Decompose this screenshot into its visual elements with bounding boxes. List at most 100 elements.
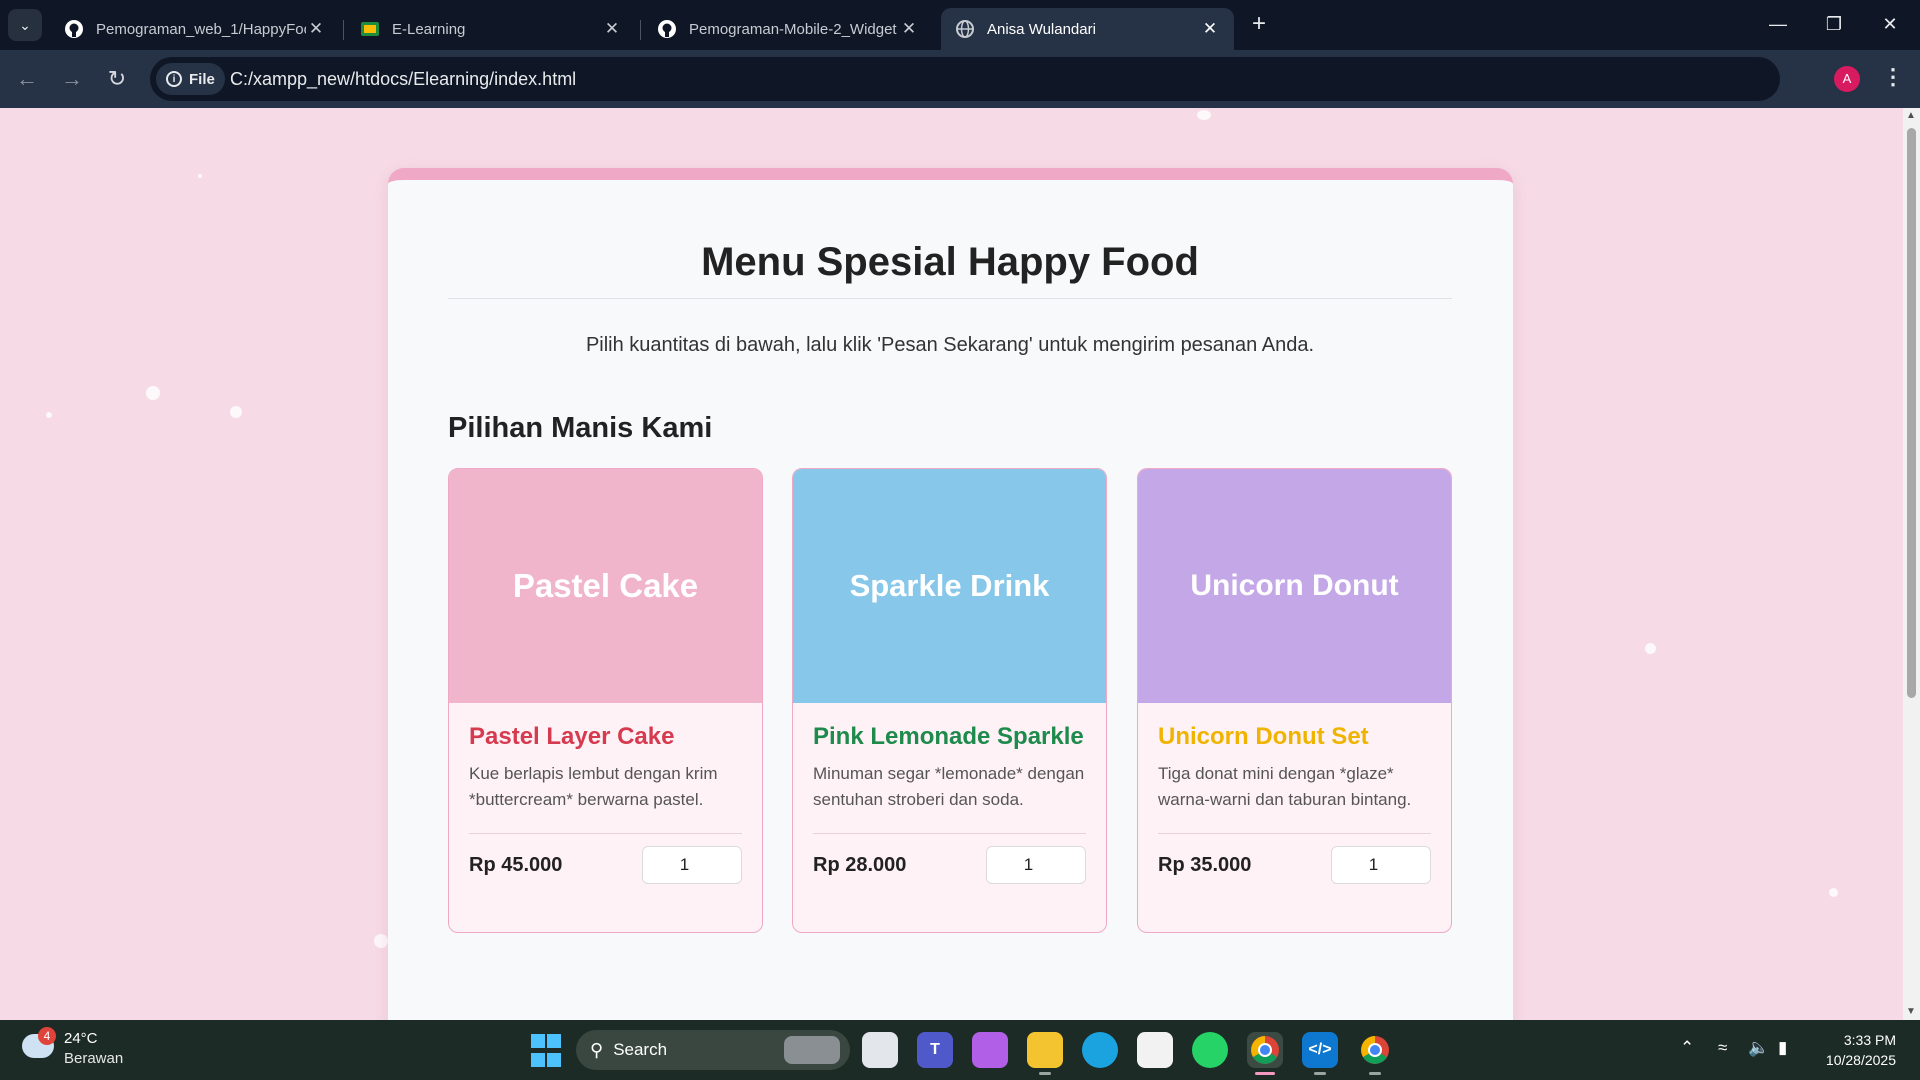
sparkle-dot	[374, 934, 388, 948]
scroll-up-icon[interactable]: ▲	[1906, 110, 1916, 121]
profile-avatar[interactable]: A	[1834, 66, 1860, 92]
info-icon: i	[166, 71, 182, 87]
page-viewport: Menu Spesial Happy Food Pilih kuantitas …	[0, 108, 1903, 1020]
page-title: Menu Spesial Happy Food	[701, 240, 1199, 284]
menu-item-pastel-cake: Pastel Cake Pastel Layer Cake Kue berlap…	[448, 468, 763, 933]
close-icon[interactable]: ✕	[602, 19, 622, 39]
teams-icon[interactable]: T	[917, 1032, 953, 1068]
windows-start-icon[interactable]	[528, 1032, 564, 1068]
tab-divider	[640, 20, 641, 40]
sparkle-dot	[1645, 643, 1656, 654]
search-highlight-image	[784, 1036, 840, 1064]
copilot-icon[interactable]	[972, 1032, 1008, 1068]
chrome-profile-icon[interactable]	[1357, 1032, 1393, 1068]
quantity-input[interactable]	[1331, 846, 1431, 884]
minimize-button[interactable]: —	[1750, 0, 1806, 48]
taskbar-search-label: Search	[613, 1040, 668, 1059]
page-scrollbar[interactable]: ▲ ▼	[1903, 108, 1920, 1020]
globe-icon	[955, 19, 975, 39]
browser-tab-active[interactable]: Anisa Wulandari ✕	[941, 8, 1234, 50]
url-text[interactable]: C:/xampp_new/htdocs/Elearning/index.html	[230, 69, 576, 90]
new-tab-button[interactable]: +	[1244, 10, 1274, 40]
scroll-down-icon[interactable]: ▼	[1906, 1006, 1916, 1017]
sparkle-dot	[1197, 110, 1211, 120]
intro-text: Pilih kuantitas di bawah, lalu klik 'Pes…	[585, 334, 1315, 356]
tab-title: Pemograman-Mobile-2_Widget	[689, 20, 897, 38]
menu-item-price: Rp 35.000	[1158, 853, 1252, 876]
menu-card: Menu Spesial Happy Food Pilih kuantitas …	[388, 168, 1513, 1020]
forward-button[interactable]: →	[57, 64, 87, 94]
taskbar-clock[interactable]: 3:33 PM 10/28/2025	[1800, 1030, 1896, 1070]
taskbar-search[interactable]: ⚲ Search	[576, 1030, 850, 1070]
whatsapp-icon[interactable]	[1192, 1032, 1228, 1068]
arrow-right-icon: →	[61, 66, 83, 91]
menu-item-price: Rp 45.000	[469, 853, 563, 876]
quantity-input[interactable]	[986, 846, 1086, 884]
search-icon: ⚲	[590, 1039, 604, 1060]
address-bar[interactable]: i File C:/xampp_new/htdocs/Elearning/ind…	[150, 57, 1780, 101]
browser-tabstrip: ⌄ Pemograman_web_1/HappyFoo ✕ E-Learning…	[0, 0, 1920, 50]
reload-button[interactable]: ↻	[102, 64, 132, 94]
edge-icon[interactable]	[1082, 1032, 1118, 1068]
menu-item-image: Sparkle Drink	[793, 469, 1106, 703]
battery-icon[interactable]: ▮	[1778, 1038, 1787, 1058]
browser-toolbar: ← → ↻ i File C:/xampp_new/htdocs/Elearni…	[0, 50, 1920, 108]
title-divider	[448, 298, 1452, 299]
reload-icon: ↻	[107, 66, 127, 91]
sparkle-dot	[230, 406, 242, 418]
browser-tab-3[interactable]: Pemograman-Mobile-2_Widget ✕	[643, 8, 933, 50]
sparkle-dot	[46, 412, 52, 418]
menu-item-description: Minuman segar *lemonade* dengan sentuhan…	[813, 761, 1086, 834]
sparkle-dot	[198, 174, 202, 178]
close-icon[interactable]: ✕	[1200, 19, 1220, 39]
sparkle-dot	[146, 386, 160, 400]
weather-condition[interactable]: Berawan	[64, 1050, 123, 1067]
quantity-input[interactable]	[642, 846, 742, 884]
browser-tab-1[interactable]: Pemograman_web_1/HappyFoo ✕	[50, 8, 340, 50]
browser-tab-2[interactable]: E-Learning ✕	[346, 8, 636, 50]
menu-item-description: Kue berlapis lembut dengan krim *butterc…	[469, 761, 742, 834]
chrome-icon[interactable]	[1247, 1032, 1283, 1068]
classroom-icon	[360, 19, 380, 39]
running-indicator-active	[1255, 1072, 1275, 1075]
menu-item-image: Unicorn Donut	[1138, 469, 1451, 703]
tab-title: Pemograman_web_1/HappyFoo	[96, 20, 306, 38]
back-button[interactable]: ←	[12, 64, 42, 94]
arrow-left-icon: ←	[16, 66, 38, 91]
menu-item-unicorn-donut: Unicorn Donut Unicorn Donut Set Tiga don…	[1137, 468, 1452, 933]
menu-item-name: Unicorn Donut Set	[1158, 723, 1369, 750]
restore-button[interactable]: ❐	[1806, 0, 1862, 48]
clock-date: 10/28/2025	[1825, 1052, 1896, 1068]
tab-title: E-Learning	[392, 20, 466, 38]
close-icon[interactable]: ✕	[306, 19, 326, 39]
speaker-muted-icon[interactable]: 🔈	[1748, 1038, 1769, 1058]
chevron-down-icon: ⌄	[19, 16, 31, 33]
menu-item-description: Tiga donat mini dengan *glaze* warna-war…	[1158, 761, 1431, 834]
file-explorer-icon[interactable]	[1027, 1032, 1063, 1068]
weather-temperature[interactable]: 24°C	[64, 1030, 98, 1047]
microsoft-store-icon[interactable]	[1137, 1032, 1173, 1068]
menu-item-name: Pink Lemonade Sparkle	[813, 723, 1084, 750]
tab-divider	[343, 20, 344, 40]
close-icon[interactable]: ✕	[899, 19, 919, 39]
section-title: Pilihan Manis Kami	[448, 412, 713, 444]
github-icon	[657, 19, 677, 39]
wifi-icon[interactable]: ≈	[1718, 1038, 1727, 1058]
task-view-icon[interactable]	[862, 1032, 898, 1068]
weather-badge: 4	[38, 1027, 56, 1045]
scrollbar-thumb[interactable]	[1907, 128, 1916, 698]
sparkle-dot	[1829, 888, 1838, 897]
menu-item-price: Rp 28.000	[813, 853, 907, 876]
site-info-chip[interactable]: i File	[156, 63, 225, 95]
show-hidden-icons[interactable]: ⌃	[1680, 1038, 1694, 1058]
browser-menu-icon[interactable]: ⋮	[1882, 64, 1904, 90]
tab-search-button[interactable]: ⌄	[8, 9, 42, 41]
github-icon	[64, 19, 84, 39]
menu-item-name: Pastel Layer Cake	[469, 723, 675, 750]
running-indicator	[1369, 1072, 1381, 1075]
clock-time: 3:33 PM	[1843, 1032, 1896, 1048]
vscode-icon[interactable]: </>	[1302, 1032, 1338, 1068]
running-indicator	[1039, 1072, 1051, 1075]
close-window-button[interactable]: ✕	[1862, 0, 1918, 48]
windows-taskbar: 4 24°C Berawan ⚲ Search T </> ⌃ ≈ 🔈 ▮ 3:…	[0, 1020, 1920, 1080]
